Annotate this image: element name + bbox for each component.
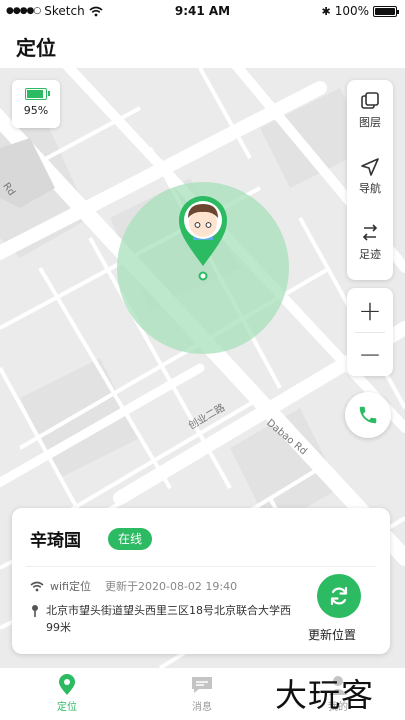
- bluetooth-icon: ✱: [321, 4, 331, 18]
- device-name: 辛琦国: [30, 531, 81, 551]
- layers-label: 图层: [359, 116, 381, 129]
- zoom-controls: + −: [347, 288, 393, 376]
- navigate-label: 导航: [359, 182, 381, 195]
- navigate-button[interactable]: 导航: [347, 148, 393, 208]
- message-icon: [192, 677, 212, 693]
- battery-icon: [25, 88, 50, 100]
- page-title: 定位: [16, 36, 56, 60]
- call-button[interactable]: [345, 392, 391, 438]
- divider: [26, 566, 376, 567]
- tab-messages[interactable]: 消息: [157, 674, 247, 713]
- device-battery-card: 95%: [12, 80, 60, 128]
- tab-location[interactable]: 定位: [22, 674, 112, 713]
- battery-icon: [373, 5, 399, 17]
- location-source-row: wifi定位 更新于2020-08-02 19:40: [30, 578, 237, 594]
- navigation-arrow-icon: [361, 158, 379, 176]
- pin-icon: [32, 605, 38, 617]
- updated-time: 更新于2020-08-02 19:40: [104, 580, 238, 593]
- battery-percent-label: 95%: [23, 104, 49, 117]
- tab-label: 定位: [57, 702, 77, 713]
- device-info-card: 辛琦国 在线 wifi定位 更新于2020-08-02 19:40 北京市望头街…: [12, 508, 390, 654]
- refresh-location-label[interactable]: 更新位置: [308, 626, 356, 643]
- track-label: 足迹: [359, 248, 381, 261]
- address-text: 北京市望头街道望头西里三区18号北京联合大学西99米: [46, 604, 291, 634]
- layers-button[interactable]: 图层: [347, 82, 393, 142]
- track-button[interactable]: 足迹: [347, 214, 393, 274]
- phone-icon: [359, 406, 377, 424]
- layers-icon: [361, 92, 379, 109]
- location-type: wifi定位: [50, 580, 91, 593]
- zoom-out-button[interactable]: −: [347, 332, 393, 376]
- refresh-location-button[interactable]: [317, 574, 361, 618]
- zoom-in-button[interactable]: +: [347, 288, 393, 332]
- battery-percent: 100%: [334, 4, 369, 18]
- status-badge: 在线: [108, 528, 153, 550]
- map-tool-panel: 图层 导航 足迹: [347, 80, 393, 280]
- location-pin-icon: [59, 674, 75, 695]
- wifi-icon: [30, 581, 44, 591]
- address-row: 北京市望头街道望头西里三区18号北京联合大学西99米: [30, 602, 298, 636]
- tab-label: 消息: [192, 702, 212, 713]
- track-route-icon: [362, 224, 378, 241]
- watermark: 大玩客: [275, 676, 375, 714]
- status-bar: ●●●●○ Sketch 9:41 AM ✱ 100%: [0, 0, 405, 22]
- refresh-icon: [330, 586, 348, 606]
